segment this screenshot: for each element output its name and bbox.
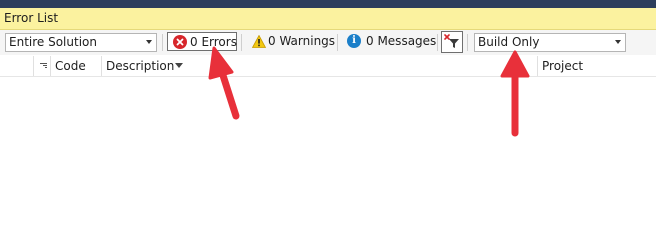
column-header-project-label: Project — [542, 59, 584, 73]
column-header-project[interactable]: Project — [538, 56, 656, 76]
column-header-description-label: Description — [106, 59, 175, 73]
toolbar-separator — [162, 34, 163, 51]
errors-count-label: 0 Errors — [190, 35, 237, 49]
toolbar-separator — [437, 34, 438, 51]
window-top-band — [0, 0, 656, 8]
messages-count-label: 0 Messages — [366, 34, 437, 48]
column-header-code-label: Code — [55, 59, 86, 73]
errors-filter-button[interactable]: 0 Errors — [167, 32, 237, 51]
warnings-count-label: 0 Warnings — [268, 34, 336, 48]
warning-icon — [251, 34, 267, 48]
column-marker-icon — [40, 59, 47, 73]
source-dropdown-value: Build Only — [478, 35, 540, 49]
source-dropdown[interactable]: Build Only — [474, 33, 626, 52]
scope-dropdown-value: Entire Solution — [9, 35, 97, 49]
chevron-down-icon — [615, 40, 621, 44]
column-header-blank[interactable] — [0, 56, 34, 76]
filter-toggle-button[interactable] — [441, 31, 463, 53]
panel-title: Error List — [4, 11, 59, 25]
error-icon — [173, 35, 187, 49]
filter-icon — [444, 34, 460, 53]
scope-dropdown[interactable]: Entire Solution — [5, 33, 157, 52]
panel-titlebar: Error List — [0, 8, 656, 30]
chevron-down-icon — [146, 40, 152, 44]
column-header-description[interactable]: Description — [102, 56, 538, 76]
toolbar-separator — [467, 34, 468, 51]
column-header-suppression[interactable] — [34, 56, 51, 76]
sort-descending-icon — [175, 63, 183, 68]
error-list-toolbar: Entire Solution 0 Errors 0 Warnings i 0 … — [0, 30, 656, 55]
column-header-code[interactable]: Code — [51, 56, 102, 76]
info-icon: i — [347, 34, 361, 48]
messages-filter-button[interactable]: i 0 Messages — [338, 32, 437, 51]
error-list-column-header: Code Description Project — [0, 56, 656, 77]
warnings-filter-button[interactable]: 0 Warnings — [242, 32, 336, 51]
